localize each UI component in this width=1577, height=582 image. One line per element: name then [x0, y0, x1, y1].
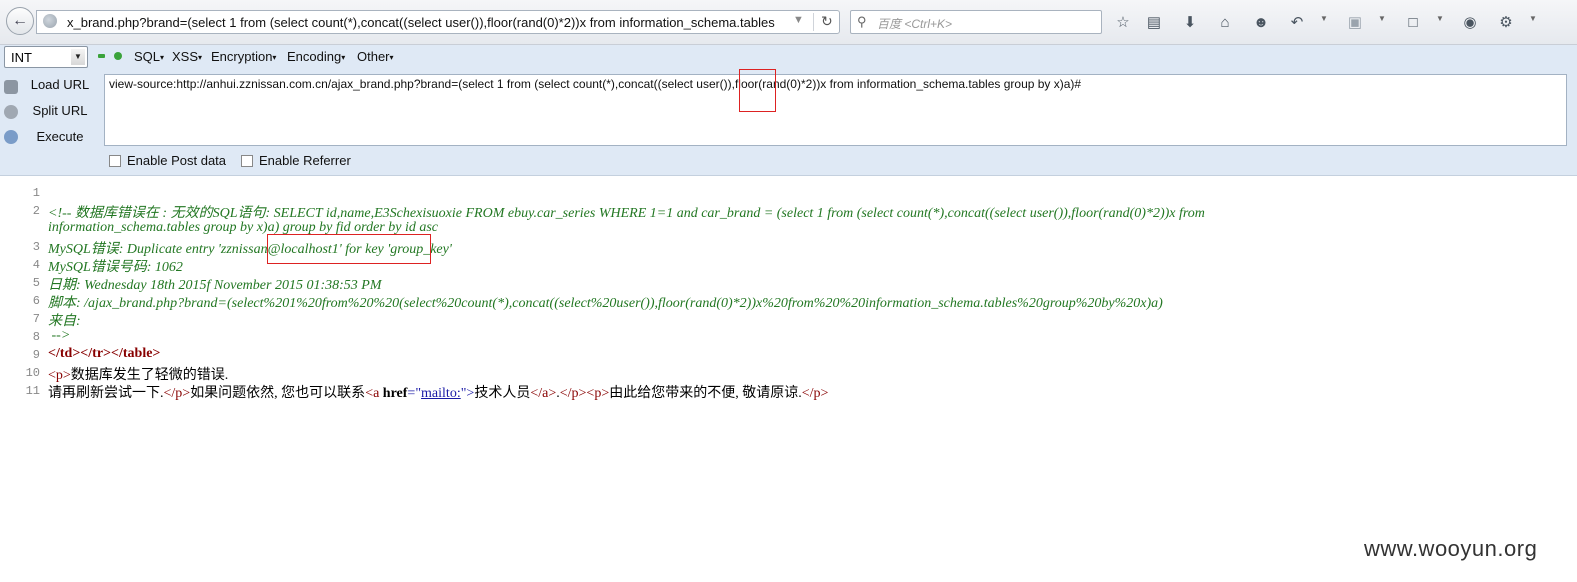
html-tag: </td></tr></table>: [48, 346, 161, 361]
code-text: 由此给您带来的不便, 敬请原谅.: [609, 386, 802, 401]
menu-other[interactable]: Other▾: [357, 49, 394, 64]
html-tag: </p>: [801, 386, 829, 401]
tools-icon[interactable]: ⚙: [1496, 12, 1516, 32]
comment-line: 脚本: /ajax_brand.php?brand=(select%201%20…: [48, 296, 1163, 311]
line-number: 6: [32, 294, 40, 308]
html-punct: =": [407, 386, 422, 401]
search-placeholder: 百度 <Ctrl+K>: [877, 17, 953, 31]
line-number: 7: [32, 312, 40, 326]
reload-icon[interactable]: ↻: [821, 13, 833, 30]
html-tag: <p>: [48, 368, 71, 383]
split-url-button[interactable]: Split URL: [24, 103, 96, 118]
line-number: 5: [32, 276, 40, 290]
menu-xss-label: XSS: [172, 49, 199, 64]
url-textarea[interactable]: view-source:http://anhui.zznissan.com.cn…: [104, 74, 1567, 146]
menu-sql[interactable]: SQL▾: [134, 49, 164, 64]
comment-line: 日期: Wednesday 18th 2015f November 2015 0…: [48, 278, 382, 293]
load-url-button[interactable]: Load URL: [24, 77, 96, 92]
comment-line: 来自:: [48, 314, 81, 329]
menu-encryption[interactable]: Encryption▾: [211, 49, 276, 64]
star-icon[interactable]: ☆: [1113, 12, 1133, 32]
menu-xss[interactable]: XSS▾: [172, 49, 202, 64]
code-line: </td></tr></table>: [48, 346, 160, 362]
split-url-icon: [4, 105, 18, 119]
html-attr: href: [382, 386, 408, 401]
html-tag: </a>: [530, 386, 557, 401]
url-bar[interactable]: x_brand.php?brand=(select 1 from (select…: [36, 10, 840, 34]
comment-line: <!-- 数据库错误在 : 无效的SQL语句: SELECT id,name,E…: [48, 206, 1205, 221]
chevron-down-icon: ▼: [71, 49, 85, 65]
crop-dropdown-icon[interactable]: ▼: [1378, 14, 1386, 23]
watermark: www.wooyun.org: [1364, 536, 1538, 561]
highlight-box-entry: [267, 234, 431, 264]
plus-icon[interactable]: [114, 52, 122, 60]
int-select-value: INT: [11, 50, 32, 65]
line-number: 8: [32, 330, 40, 344]
menu-dropdown-icon[interactable]: ▼: [1529, 14, 1537, 23]
menu-encryption-label: Encryption: [211, 49, 273, 64]
line-number: 10: [25, 366, 40, 380]
line-number: 11: [25, 384, 40, 398]
url-textarea-value: view-source:http://anhui.zznissan.com.cn…: [109, 77, 1082, 91]
globe-icon: [43, 14, 57, 28]
minus-icon[interactable]: [98, 54, 105, 58]
back-icon: ←: [12, 12, 28, 29]
mailto-link[interactable]: mailto:: [421, 386, 461, 401]
load-url-icon: [4, 80, 18, 94]
int-select[interactable]: INT ▼: [4, 46, 88, 68]
execute-icon: [4, 130, 18, 144]
highlight-box-user: [739, 69, 776, 112]
line-number: 1: [32, 186, 40, 200]
crop-icon[interactable]: ▣: [1345, 12, 1365, 32]
undo-icon[interactable]: ↶: [1287, 12, 1307, 32]
clipboard-dropdown-icon[interactable]: ▼: [1436, 14, 1444, 23]
code-line: 请再刷新尝试一下.</p>如果问题依然, 您也可以联系<a href="mail…: [48, 382, 828, 402]
undo-dropdown-icon[interactable]: ▼: [1320, 14, 1328, 23]
enable-post-label: Enable Post data: [127, 153, 227, 168]
menu-encoding-label: Encoding: [287, 49, 342, 64]
clipboard-icon[interactable]: □: [1403, 12, 1423, 32]
execute-button[interactable]: Execute: [24, 129, 96, 144]
url-separator: [813, 13, 814, 31]
line-number: 9: [32, 348, 40, 362]
source-view: 1 2 3 4 5 6 7 8 9 10 11 <!-- 数据库错误在 : 无效…: [0, 176, 1577, 582]
line-number: 4: [32, 258, 40, 272]
code-text: 数据库发生了轻微的错误.: [70, 368, 229, 383]
home-icon[interactable]: ⌂: [1215, 12, 1235, 32]
reading-list-icon[interactable]: ▤: [1144, 12, 1164, 32]
enable-post-checkbox[interactable]: [109, 155, 121, 167]
code-text: 技术人员: [474, 386, 531, 401]
menu-other-label: Other: [357, 49, 390, 64]
html-tag: <a: [365, 386, 383, 401]
code-text: 如果问题依然, 您也可以联系: [190, 386, 366, 401]
url-text: x_brand.php?brand=(select 1 from (select…: [67, 15, 775, 30]
hackbar-panel: INT ▼ SQL▾ XSS▾ Encryption▾ Encoding▾ Ot…: [0, 45, 1577, 176]
line-number: 3: [32, 240, 40, 254]
navigation-toolbar: ← x_brand.php?brand=(select 1 from (sele…: [0, 0, 1577, 45]
comment-line: -->: [48, 328, 71, 343]
menu-encoding[interactable]: Encoding▾: [287, 49, 345, 64]
download-icon[interactable]: ⬇: [1180, 12, 1200, 32]
enable-referrer-checkbox[interactable]: [241, 155, 253, 167]
html-tag: </p><p>: [559, 386, 610, 401]
code-line: <p>数据库发生了轻微的错误.: [48, 364, 228, 384]
search-bar[interactable]: ⚲ 百度 <Ctrl+K>: [850, 10, 1102, 34]
html-punct: ">: [460, 386, 475, 401]
line-number: 2: [32, 204, 40, 218]
search-icon: ⚲: [857, 14, 867, 29]
back-button[interactable]: ←: [6, 7, 34, 35]
speech-icon[interactable]: ◉: [1460, 12, 1480, 32]
code-text: 请再刷新尝试一下.: [48, 386, 164, 401]
comment-line: MySQL错误号码: 1062: [48, 260, 183, 275]
chat-icon[interactable]: ☻: [1251, 12, 1271, 32]
url-dropdown-icon[interactable]: ▼: [793, 14, 804, 26]
enable-referrer-label: Enable Referrer: [259, 153, 351, 168]
menu-sql-label: SQL: [134, 49, 161, 64]
html-tag: </p>: [163, 386, 191, 401]
